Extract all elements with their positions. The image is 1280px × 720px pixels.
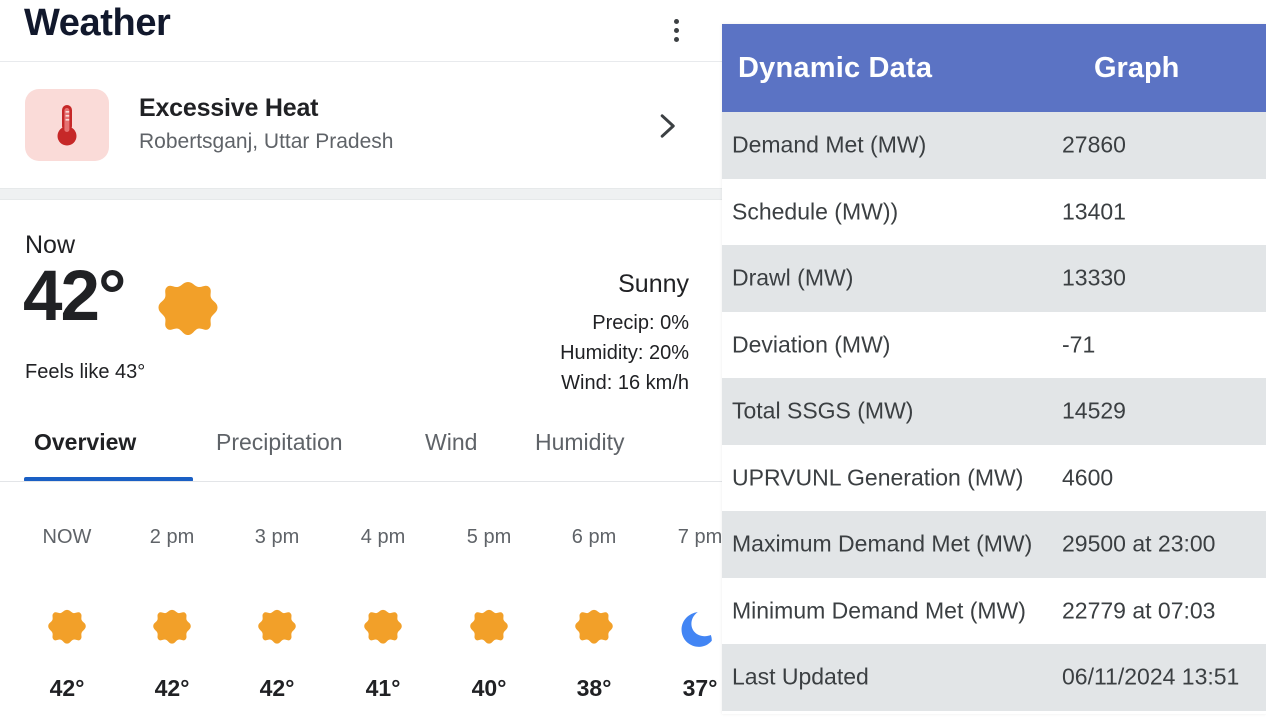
column-header-graph: Graph: [1094, 51, 1180, 84]
weather-app-panel: Weather Excessive Heat Robertsganj, Utta…: [0, 0, 722, 720]
forecast-tabs: Overview Precipitation Wind Humidity: [0, 415, 722, 483]
weather-alert-card[interactable]: Excessive Heat Robertsganj, Uttar Prades…: [0, 62, 722, 188]
sunny-icon: [470, 609, 508, 644]
hourly-forecast-strip[interactable]: NOW 42° 2 pm 42° 3 pm 42° 4 pm 41° 5 pm …: [0, 490, 722, 720]
row-value: 13330: [1062, 264, 1126, 291]
hour-temperature: 42°: [154, 675, 190, 701]
menu-dot: [673, 36, 679, 42]
alert-title: Excessive Heat: [139, 94, 319, 122]
condition-summary: Sunny Precip: 0% Humidity: 20% Wind: 16 …: [560, 269, 689, 398]
row-label: Schedule (MW)): [732, 198, 899, 225]
row-value: 22779 at 07:03: [1062, 597, 1216, 624]
table-row: Minimum Demand Met (MW) 22779 at 07:03: [722, 577, 1266, 644]
row-label: Maximum Demand Met (MW): [732, 530, 1033, 557]
current-conditions: Now 42° Feels like 43° Sunny Precip: 0% …: [0, 201, 722, 411]
chevron-right-icon[interactable]: [650, 106, 684, 146]
menu-dot: [673, 27, 679, 33]
tab-humidity[interactable]: Humidity: [535, 429, 624, 456]
wind-value: Wind: 16 km/h: [561, 372, 689, 395]
row-label: Last Updated: [732, 663, 869, 690]
row-value: 29500 at 23:00: [1062, 530, 1216, 557]
row-label: Drawl (MW): [732, 264, 854, 291]
table-row: Maximum Demand Met (MW) 29500 at 23:00: [722, 511, 1266, 578]
thermometer-icon: [25, 89, 109, 161]
hour-temperature: 41°: [365, 675, 401, 701]
table-row: Total SSGS (MW) 14529: [722, 378, 1266, 445]
row-value: 13401: [1062, 198, 1126, 225]
table-row: Drawl (MW) 13330: [722, 245, 1266, 312]
sunny-icon: [158, 282, 218, 335]
tabs-baseline: [0, 481, 722, 482]
tab-overview[interactable]: Overview: [34, 429, 136, 456]
sunny-icon: [364, 609, 402, 644]
hour-temperature: 40°: [471, 675, 507, 701]
section-divider: [0, 188, 722, 200]
hour-temperature: 37°: [682, 675, 718, 701]
hour-time: NOW: [42, 526, 92, 548]
table-row: Demand Met (MW) 27860: [722, 112, 1266, 179]
app-bar: Weather: [0, 0, 722, 62]
hour-temperature: 38°: [576, 675, 612, 701]
row-label: Minimum Demand Met (MW): [732, 597, 1026, 624]
feels-like-text: Feels like 43°: [25, 361, 146, 383]
alert-location: Robertsganj, Uttar Pradesh: [139, 130, 394, 153]
page-title: Weather: [24, 2, 171, 44]
dynamic-data-table: Dynamic Data Graph Demand Met (MW) 27860…: [722, 24, 1266, 714]
row-label: UPRVUNL Generation (MW): [732, 464, 1024, 491]
tab-precipitation[interactable]: Precipitation: [216, 429, 343, 456]
table-header-row: Dynamic Data Graph: [722, 24, 1266, 112]
hour-time: 7 pm: [677, 526, 722, 548]
more-vert-icon[interactable]: [664, 12, 688, 48]
moon-icon: [681, 612, 712, 647]
hour-temperature: 42°: [49, 675, 85, 701]
tab-wind[interactable]: Wind: [425, 429, 477, 456]
row-label: Total SSGS (MW): [732, 397, 914, 424]
sunny-icon: [153, 609, 191, 644]
row-value: 14529: [1062, 397, 1126, 424]
menu-dot: [673, 18, 679, 24]
table-row: Last Updated 06/11/2024 13:51: [722, 644, 1266, 711]
column-header-dynamic-data: Dynamic Data: [738, 51, 933, 84]
hour-temperature: 42°: [259, 675, 295, 701]
right-gutter: [1266, 0, 1280, 720]
condition-name: Sunny: [618, 270, 689, 298]
now-label: Now: [25, 231, 76, 259]
row-value: 4600: [1062, 464, 1114, 491]
sunny-icon: [48, 609, 86, 644]
row-value: 27860: [1062, 131, 1126, 158]
hour-time: 3 pm: [254, 526, 300, 548]
table-row: Schedule (MW)) 13401: [722, 178, 1266, 245]
screen-root: Weather Excessive Heat Robertsganj, Utta…: [0, 0, 1280, 720]
row-value: 06/11/2024 13:51: [1062, 663, 1240, 690]
sunny-icon: [575, 609, 613, 644]
current-temperature: 42°: [23, 257, 126, 336]
hour-time: 2 pm: [149, 526, 195, 548]
row-label: Deviation (MW): [732, 331, 891, 358]
humidity-value: Humidity: 20%: [560, 342, 689, 365]
hour-time: 6 pm: [571, 526, 617, 548]
table-row: Deviation (MW) -71: [722, 311, 1266, 378]
thermometer-glyph: [57, 105, 77, 146]
row-value: -71: [1062, 331, 1096, 358]
hour-time: 4 pm: [360, 526, 406, 548]
precip-value: Precip: 0%: [592, 312, 689, 335]
hour-time: 5 pm: [466, 526, 512, 548]
row-label: Demand Met (MW): [732, 131, 927, 158]
table-row: UPRVUNL Generation (MW) 4600: [722, 444, 1266, 511]
sunny-icon: [258, 609, 296, 644]
